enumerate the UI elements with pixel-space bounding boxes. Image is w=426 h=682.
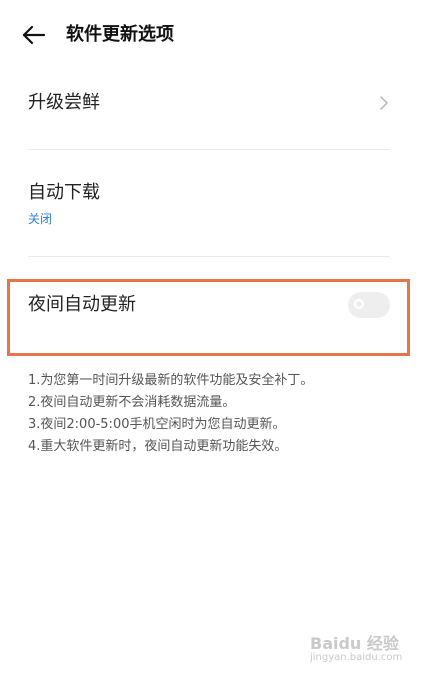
night-auto-update-row: 夜间自动更新 bbox=[28, 292, 390, 318]
auto-download-label: 自动下载 bbox=[28, 182, 100, 203]
night-auto-update-toggle[interactable] bbox=[348, 292, 390, 318]
divider bbox=[28, 256, 390, 257]
watermark-url: jingyan.baidu.com bbox=[310, 652, 403, 663]
toggle-knob bbox=[354, 299, 364, 309]
notes-list: 1.为您第一时间升级最新的软件功能及安全补丁。 2.夜间自动更新不会消耗数据流量… bbox=[28, 370, 408, 458]
page-title: 软件更新选项 bbox=[66, 24, 174, 45]
baidu-jingyan-watermark: Baidu 经验 jingyan.baidu.com bbox=[310, 630, 410, 670]
upgrade-preview-label: 升级尝鲜 bbox=[28, 92, 100, 113]
auto-download-row[interactable]: 自动下载 关闭 bbox=[28, 180, 390, 228]
header-bar: 软件更新选项 bbox=[0, 0, 426, 72]
note-item: 3.夜间2:00-5:00手机空闲时为您自动更新。 bbox=[28, 417, 286, 432]
note-item: 1.为您第一时间升级最新的软件功能及安全补丁。 bbox=[28, 373, 314, 388]
auto-download-value: 关闭 bbox=[28, 212, 53, 226]
chevron-right-icon bbox=[378, 95, 390, 111]
upgrade-preview-row[interactable]: 升级尝鲜 bbox=[28, 90, 390, 116]
watermark-logo: Baidu 经验 bbox=[310, 634, 399, 653]
note-item: 2.夜间自动更新不会消耗数据流量。 bbox=[28, 395, 236, 410]
night-auto-update-label: 夜间自动更新 bbox=[28, 294, 136, 315]
back-button[interactable] bbox=[20, 22, 50, 48]
divider bbox=[28, 149, 390, 150]
note-item: 4.重大软件更新时，夜间自动更新功能失效。 bbox=[28, 439, 288, 454]
back-arrow-icon bbox=[22, 25, 46, 45]
